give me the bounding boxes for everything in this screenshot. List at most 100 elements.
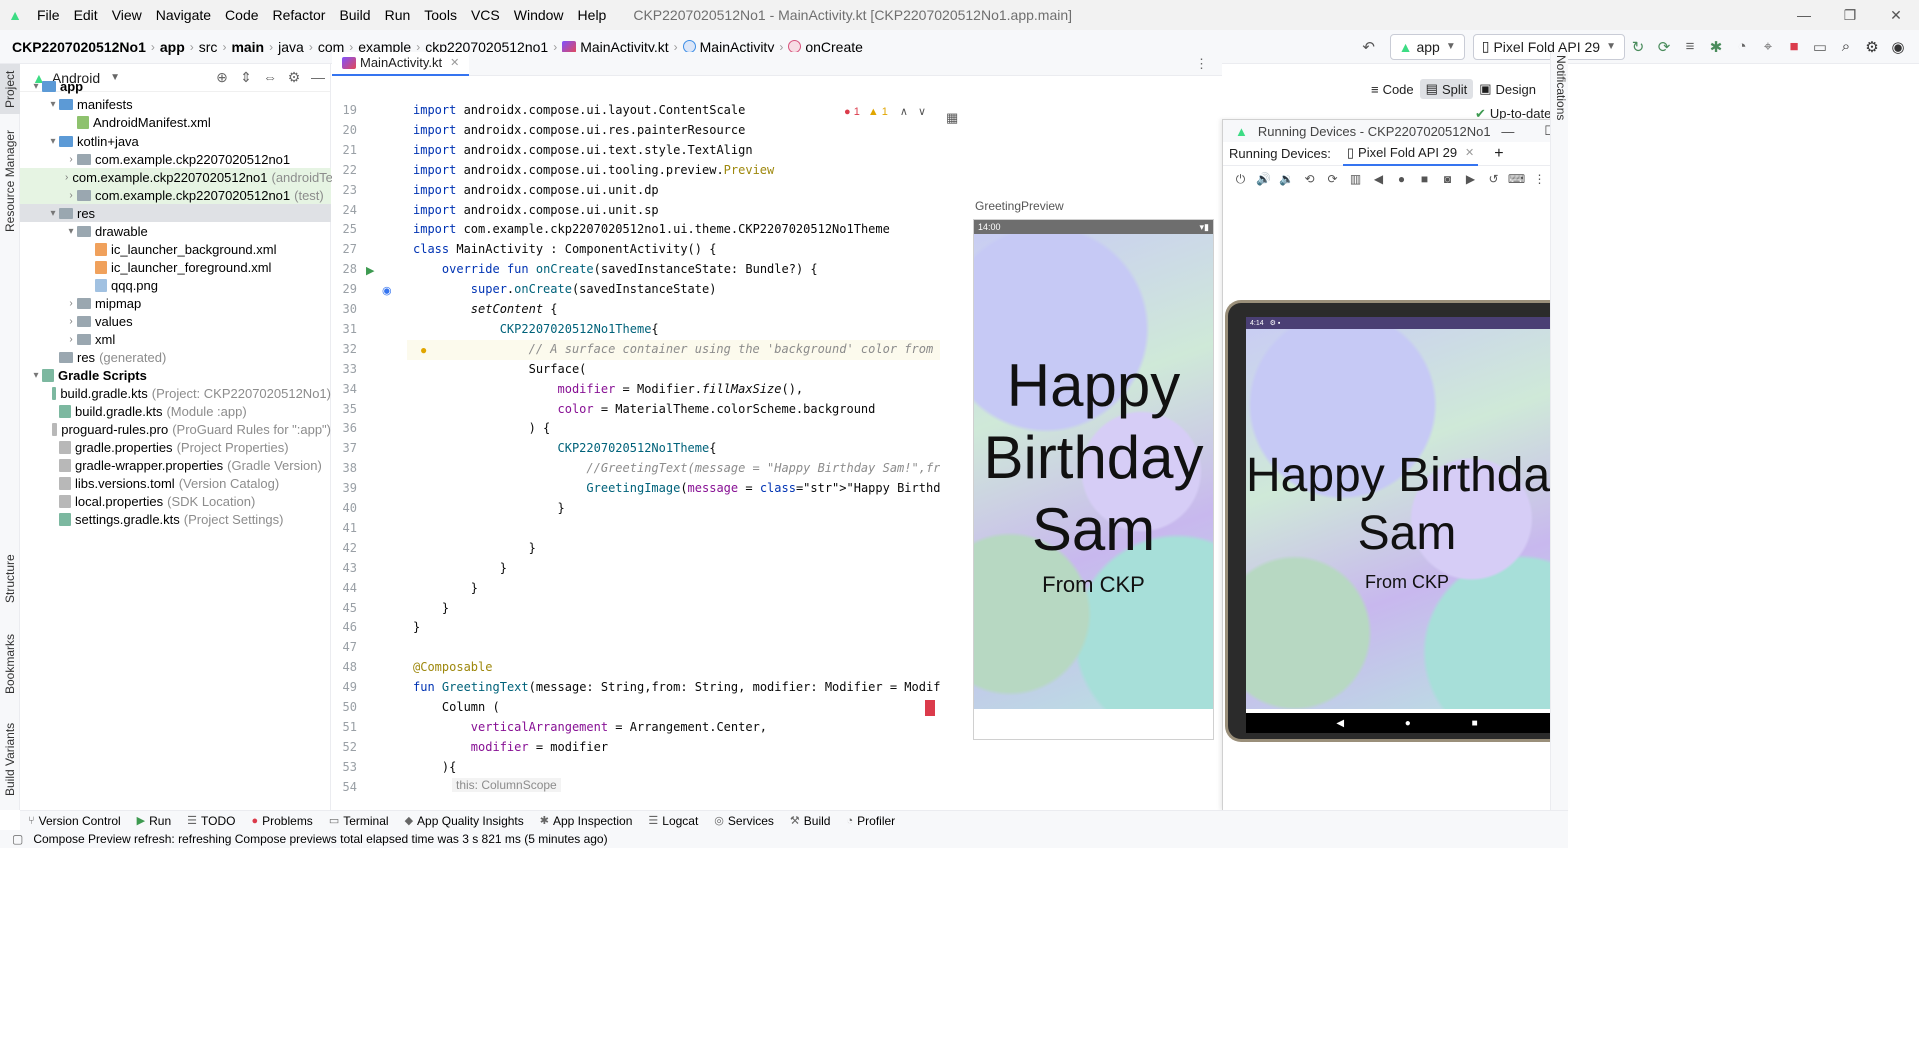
code-line[interactable]: import androidx.compose.ui.unit.sp [413, 203, 659, 217]
menu-navigate[interactable]: Navigate [149, 7, 218, 23]
tree-item[interactable]: ▾ kotlin+java [20, 132, 331, 150]
split-mode-button[interactable]: ▤ Split [1419, 79, 1474, 99]
menu-file[interactable]: File [30, 7, 67, 23]
code-line[interactable]: Column ( [413, 700, 500, 714]
build-tool[interactable]: ⚒ Build [790, 814, 831, 828]
menu-window[interactable]: Window [507, 7, 571, 23]
chevron-icon[interactable]: › [65, 190, 77, 201]
keyboard-icon[interactable]: ⌨ [1505, 172, 1528, 186]
rotate-right-icon[interactable]: ⟳ [1321, 172, 1344, 186]
back-icon[interactable]: ◀ [1367, 172, 1390, 186]
code-line[interactable]: modifier = Modifier.fillMaxSize(), [413, 382, 804, 396]
code-line[interactable]: } [413, 501, 564, 515]
more-options-icon[interactable]: ⋮ [1528, 172, 1551, 186]
menu-run[interactable]: Run [378, 7, 418, 23]
tree-item[interactable]: › com.example.ckp2207020512no1 (test) [20, 186, 331, 204]
minimize-icon[interactable]: — [1781, 0, 1827, 30]
code-line[interactable]: GreetingImage(message = class="str">"Hap… [413, 481, 940, 495]
code-line[interactable]: ){ [413, 760, 456, 774]
close-icon[interactable]: ✕ [1873, 0, 1919, 30]
tree-item[interactable]: qqq.png [20, 276, 331, 294]
menu-build[interactable]: Build [332, 7, 377, 23]
power-icon[interactable]: ⏻ [1229, 172, 1252, 187]
fold-icon[interactable]: ▥ [1344, 172, 1367, 186]
menu-code[interactable]: Code [218, 7, 265, 23]
menu-edit[interactable]: Edit [67, 7, 105, 23]
nav-home-icon[interactable]: ● [1405, 718, 1411, 729]
app-quality-insights-tool[interactable]: ◆ App Quality Insights [405, 814, 524, 828]
reset-icon[interactable]: ↺ [1482, 172, 1505, 186]
attach-debugger-icon[interactable]: ⌖ [1755, 34, 1781, 60]
resource-manager-tool-tab[interactable]: Resource Manager [0, 126, 20, 236]
breadcrumb-module[interactable]: app [160, 39, 185, 55]
greeting-preview[interactable]: 14:00 ▾▮ Happy Birthday Sam From CKP [973, 219, 1214, 740]
stop-icon[interactable]: ■ [1781, 34, 1807, 60]
chevron-icon[interactable]: ▾ [65, 226, 77, 237]
tree-item[interactable]: gradle.properties (Project Properties) [20, 438, 331, 456]
project-tool-tab[interactable]: Project [0, 64, 20, 114]
todo-tool[interactable]: ☰ TODO [187, 814, 235, 828]
restore-icon[interactable]: ❐ [1827, 0, 1873, 30]
apply-code-changes-icon[interactable]: ⟳ [1651, 34, 1677, 60]
chevron-icon[interactable]: ▾ [30, 370, 42, 381]
code-line[interactable]: import androidx.compose.ui.text.style.Te… [413, 143, 753, 157]
design-mode-button[interactable]: ▣ Design [1473, 79, 1542, 99]
tree-item[interactable]: local.properties (SDK Location) [20, 492, 331, 510]
code-mode-button[interactable]: ≡ Code [1365, 80, 1420, 99]
coverage-icon[interactable]: ≡ [1677, 34, 1703, 60]
menu-refactor[interactable]: Refactor [266, 7, 333, 23]
code-line[interactable]: verticalArrangement = Arrangement.Center… [413, 720, 767, 734]
back-arrow-icon[interactable]: ↶ [1356, 34, 1382, 60]
inspection-widget[interactable]: ● 1 ▲ 1 ∧ ∨ [844, 105, 926, 119]
apply-changes-icon[interactable]: ↻ [1625, 34, 1651, 60]
bookmarks-tool-tab[interactable]: Bookmarks [0, 624, 20, 704]
tree-item[interactable]: › mipmap [20, 294, 331, 312]
run-config-dropdown[interactable]: ▲ app ▼ [1389, 33, 1465, 60]
chevron-icon[interactable]: › [65, 334, 77, 345]
tab-pixel-fold[interactable]: ▯ Pixel Fold API 29 ✕ [1342, 142, 1479, 166]
menu-tools[interactable]: Tools [417, 7, 464, 23]
build-variants-tool-tab[interactable]: Build Variants [0, 714, 20, 804]
code-line[interactable]: fun GreetingText(message: String,from: S… [413, 680, 940, 694]
code-line[interactable]: import androidx.compose.ui.layout.Conten… [413, 103, 745, 117]
code-line[interactable]: } [413, 561, 507, 575]
code-line[interactable]: color = MaterialTheme.colorScheme.backgr… [413, 402, 876, 416]
problems-tool[interactable]: ● Problems [251, 814, 312, 828]
tree-item[interactable]: libs.versions.toml (Version Catalog) [20, 474, 331, 492]
profile-icon[interactable]: ◔ [1729, 34, 1755, 60]
breadcrumb-main[interactable]: main [231, 39, 264, 55]
more-tabs-icon[interactable]: ⋮ [1195, 56, 1208, 72]
tree-item[interactable]: ▾ drawable [20, 222, 331, 240]
device-dropdown[interactable]: ▯ Pixel Fold API 29 ▼ [1472, 33, 1625, 60]
device-manager-icon[interactable]: ▭ [1807, 34, 1833, 60]
previous-highlight-icon[interactable]: ∧ [900, 105, 908, 118]
code-line[interactable]: CKP2207020512No1Theme{ [413, 322, 659, 336]
tree-item[interactable]: proguard-rules.pro (ProGuard Rules for ":… [20, 420, 331, 438]
close-tab-icon[interactable]: ✕ [1465, 146, 1474, 159]
chevron-icon[interactable]: ▾ [47, 208, 59, 219]
tree-item[interactable]: › xml [20, 330, 331, 348]
code-line[interactable]: //GreetingText(message = "Happy Birthday… [413, 461, 940, 475]
code-line[interactable]: class MainActivity : ComponentActivity()… [413, 242, 716, 256]
structure-tool-tab[interactable]: Structure [0, 544, 20, 614]
code-line[interactable]: } [413, 581, 478, 595]
code-line[interactable]: import androidx.compose.ui.unit.dp [413, 183, 659, 197]
chevron-icon[interactable]: › [65, 172, 68, 183]
chevron-icon[interactable]: ▾ [30, 81, 42, 92]
tree-item[interactable]: › com.example.ckp2207020512no1 (androidTes… [20, 168, 347, 186]
services-tool[interactable]: ◎ Services [714, 814, 774, 828]
tree-item[interactable]: build.gradle.kts (Module :app) [20, 402, 331, 420]
code-editor[interactable]: 19 20 21 22 23 24 25 27 28 29 30 31 32 33 34 35 36 37 38 39… [332, 100, 940, 810]
preview-toolbar-icon[interactable]: ▦ [946, 110, 958, 126]
search-icon[interactable]: ⌕ [1833, 34, 1859, 60]
account-icon[interactable]: ◉ [1885, 34, 1911, 60]
code-line[interactable]: modifier = modifier [413, 740, 608, 754]
app-inspection-tool[interactable]: ✱ App Inspection [540, 814, 633, 828]
logcat-tool[interactable]: ☰ Logcat [648, 814, 698, 828]
tree-item[interactable]: ▾ app [20, 77, 331, 95]
code-line[interactable]: } [413, 541, 536, 555]
nav-back-icon[interactable]: ◀ [1336, 718, 1344, 729]
terminal-tool[interactable]: ▭ Terminal [329, 814, 389, 828]
tab-mainactivity[interactable]: MainActivity.kt ✕ [332, 51, 470, 76]
tree-item[interactable]: build.gradle.kts (Project: CKP2207020512N… [20, 384, 331, 402]
